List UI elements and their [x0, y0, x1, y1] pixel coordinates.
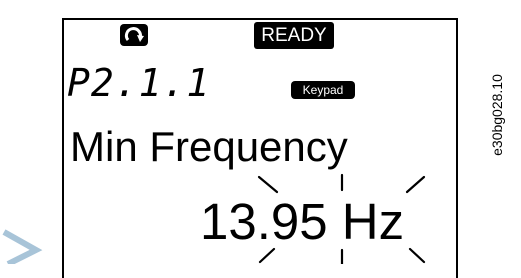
navigation-arrow-icon	[2, 229, 43, 264]
